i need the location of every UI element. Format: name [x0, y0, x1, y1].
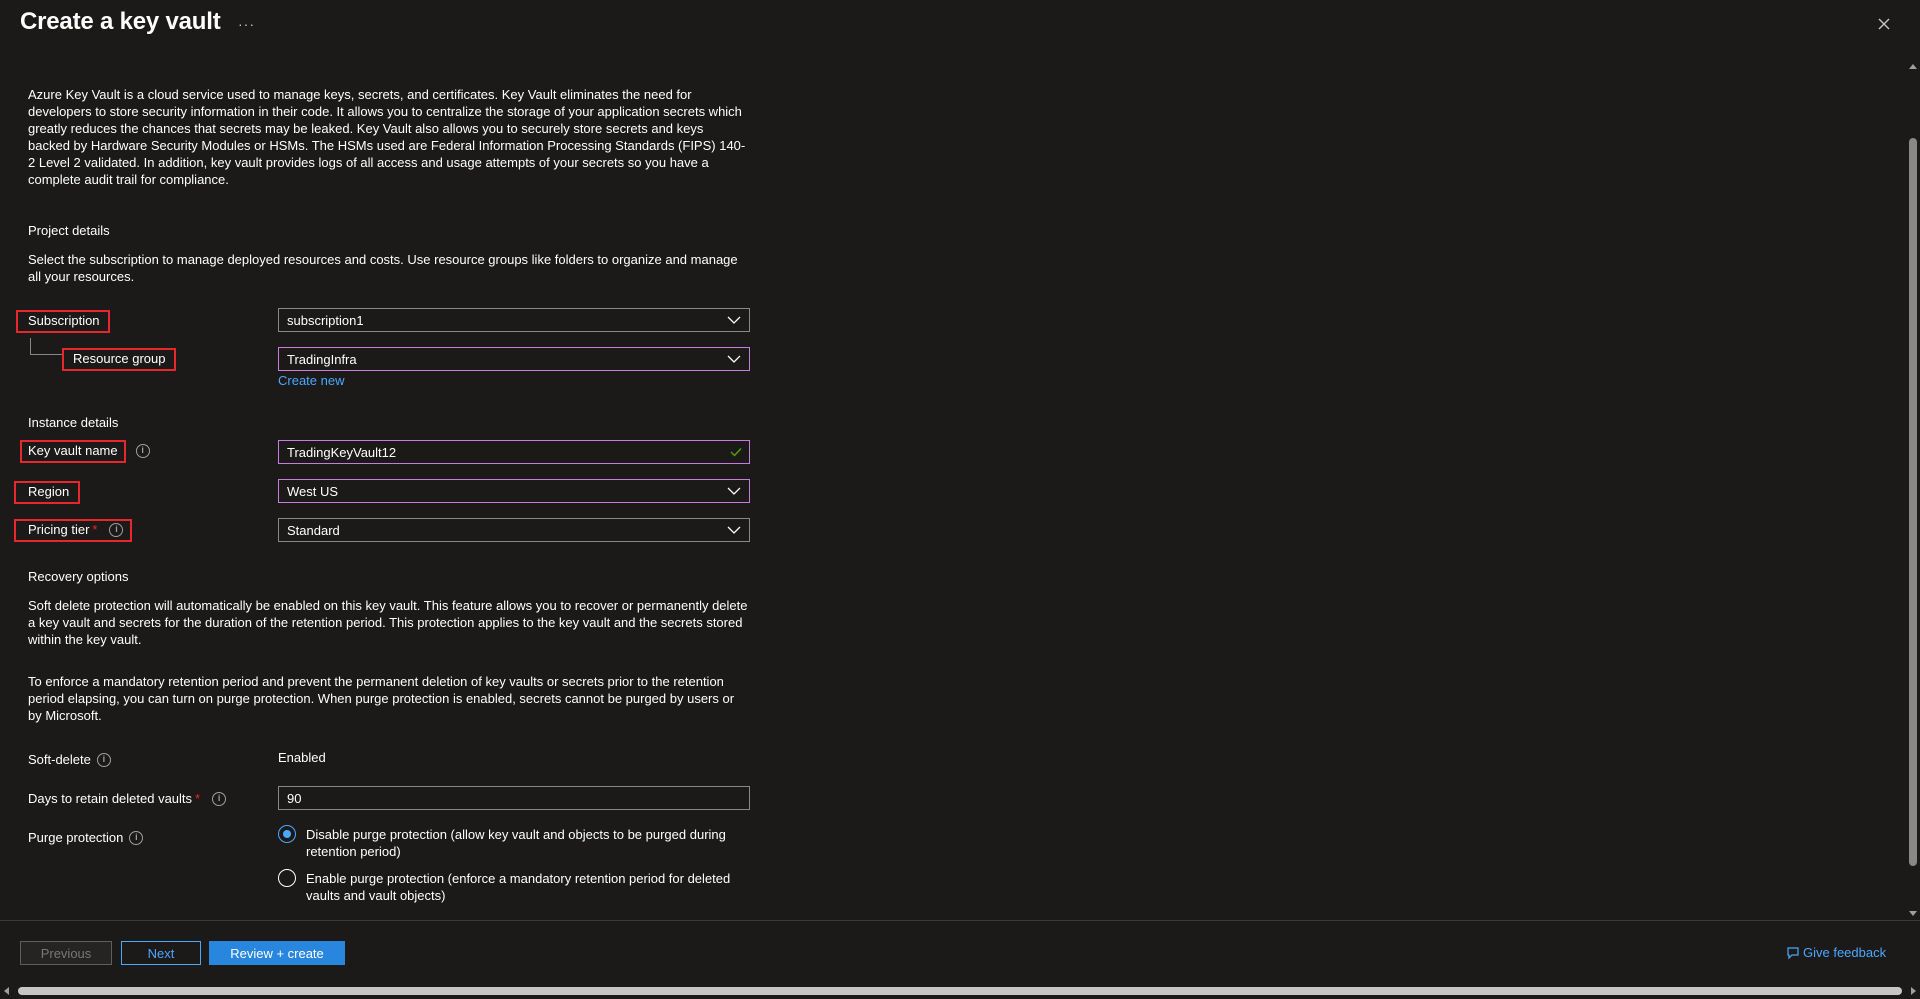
intro-text: Azure Key Vault is a cloud service used …: [28, 87, 746, 187]
info-icon[interactable]: i: [109, 522, 124, 537]
purge-protection-label: Purge protection i: [28, 830, 144, 845]
key-vault-name-value: TradingKeyVault12: [287, 444, 397, 460]
subscription-label: Subscription: [28, 313, 100, 328]
purge-option-disable[interactable]: Disable purge protection (allow key vaul…: [278, 825, 748, 860]
resource-group-value: TradingInfra: [287, 351, 357, 367]
subscription-value: subscription1: [287, 312, 364, 328]
resource-group-dropdown[interactable]: TradingInfra: [278, 347, 750, 371]
footer-bar: Previous Next Review + create Give feedb…: [0, 920, 1920, 982]
required-marker: *: [195, 791, 201, 806]
recovery-options-title: Recovery options: [28, 569, 129, 584]
chevron-down-icon: [727, 316, 741, 324]
give-feedback-link[interactable]: Give feedback: [1786, 945, 1886, 960]
project-details-description: Select the subscription to manage deploy…: [28, 252, 738, 284]
create-new-link[interactable]: Create new: [278, 373, 344, 388]
purge-option-enable-label: Enable purge protection (enforce a manda…: [306, 871, 731, 903]
key-vault-name-input[interactable]: TradingKeyVault12: [278, 440, 750, 464]
give-feedback-label: Give feedback: [1803, 945, 1887, 960]
purge-protection-label-text: Purge protection: [28, 830, 124, 845]
scroll-up-icon[interactable]: [1909, 64, 1917, 69]
region-label-text: Region: [28, 484, 70, 499]
info-icon[interactable]: i: [96, 752, 111, 767]
radio-button-unchecked[interactable]: [278, 869, 296, 887]
purge-option-enable[interactable]: Enable purge protection (enforce a manda…: [278, 869, 748, 904]
project-details-title: Project details: [28, 223, 110, 238]
days-to-retain-input[interactable]: 90: [278, 786, 750, 810]
tree-connector: [30, 338, 64, 355]
key-vault-name-label-text: Key vault name: [28, 443, 118, 458]
scroll-right-icon[interactable]: [1911, 987, 1916, 995]
purge-option-disable-label: Disable purge protection (allow key vaul…: [306, 827, 726, 859]
instance-details-title: Instance details: [28, 415, 119, 430]
soft-delete-description: Soft delete protection will automaticall…: [28, 598, 748, 647]
pricing-tier-dropdown[interactable]: Standard: [278, 518, 750, 542]
resource-group-label: Resource group: [73, 351, 166, 366]
region-label: Region: [28, 484, 69, 499]
key-vault-name-label: Key vault name i: [28, 443, 150, 458]
chevron-down-icon: [727, 355, 741, 363]
region-value: West US: [287, 483, 339, 499]
info-icon[interactable]: i: [212, 791, 227, 806]
days-to-retain-label-text: Days to retain deleted vaults: [28, 791, 193, 806]
vertical-scrollbar-thumb[interactable]: [1909, 138, 1917, 866]
soft-delete-value: Enabled: [278, 750, 326, 765]
region-dropdown[interactable]: West US: [278, 479, 750, 503]
form-scroll-area: Azure Key Vault is a cloud service used …: [0, 62, 1906, 920]
next-button[interactable]: Next: [121, 941, 201, 965]
chevron-down-icon: [727, 487, 741, 495]
days-to-retain-value: 90: [287, 790, 302, 806]
purge-protection-description: To enforce a mandatory retention period …: [28, 674, 735, 723]
review-create-button[interactable]: Review + create: [209, 941, 345, 965]
soft-delete-label-text: Soft-delete: [28, 752, 91, 767]
page-title: Create a key vault: [20, 8, 221, 35]
close-icon[interactable]: [1874, 14, 1894, 34]
previous-button[interactable]: Previous: [20, 941, 112, 965]
soft-delete-label: Soft-delete i: [28, 752, 111, 767]
pricing-tier-label-text: Pricing tier: [28, 522, 90, 537]
scroll-left-icon[interactable]: [4, 987, 9, 995]
radio-button-checked[interactable]: [278, 825, 296, 843]
horizontal-scrollbar[interactable]: [0, 982, 1920, 999]
days-to-retain-label: Days to retain deleted vaults * i: [28, 791, 227, 806]
more-icon[interactable]: ···: [238, 16, 255, 32]
chevron-down-icon: [727, 526, 741, 534]
vertical-scrollbar[interactable]: [1906, 62, 1920, 920]
horizontal-scrollbar-thumb[interactable]: [18, 987, 1902, 995]
scroll-down-icon[interactable]: [1909, 911, 1917, 916]
subscription-dropdown[interactable]: subscription1: [278, 308, 750, 332]
subscription-label-text: Subscription: [28, 313, 100, 328]
resource-group-label-text: Resource group: [73, 351, 166, 366]
info-icon[interactable]: i: [135, 443, 150, 458]
pricing-tier-value: Standard: [287, 522, 340, 538]
pricing-tier-label: Pricing tier * i: [28, 522, 124, 537]
info-icon[interactable]: i: [129, 830, 144, 845]
checkmark-icon: [730, 448, 742, 457]
required-marker: *: [92, 522, 98, 537]
feedback-icon: [1787, 946, 1799, 959]
